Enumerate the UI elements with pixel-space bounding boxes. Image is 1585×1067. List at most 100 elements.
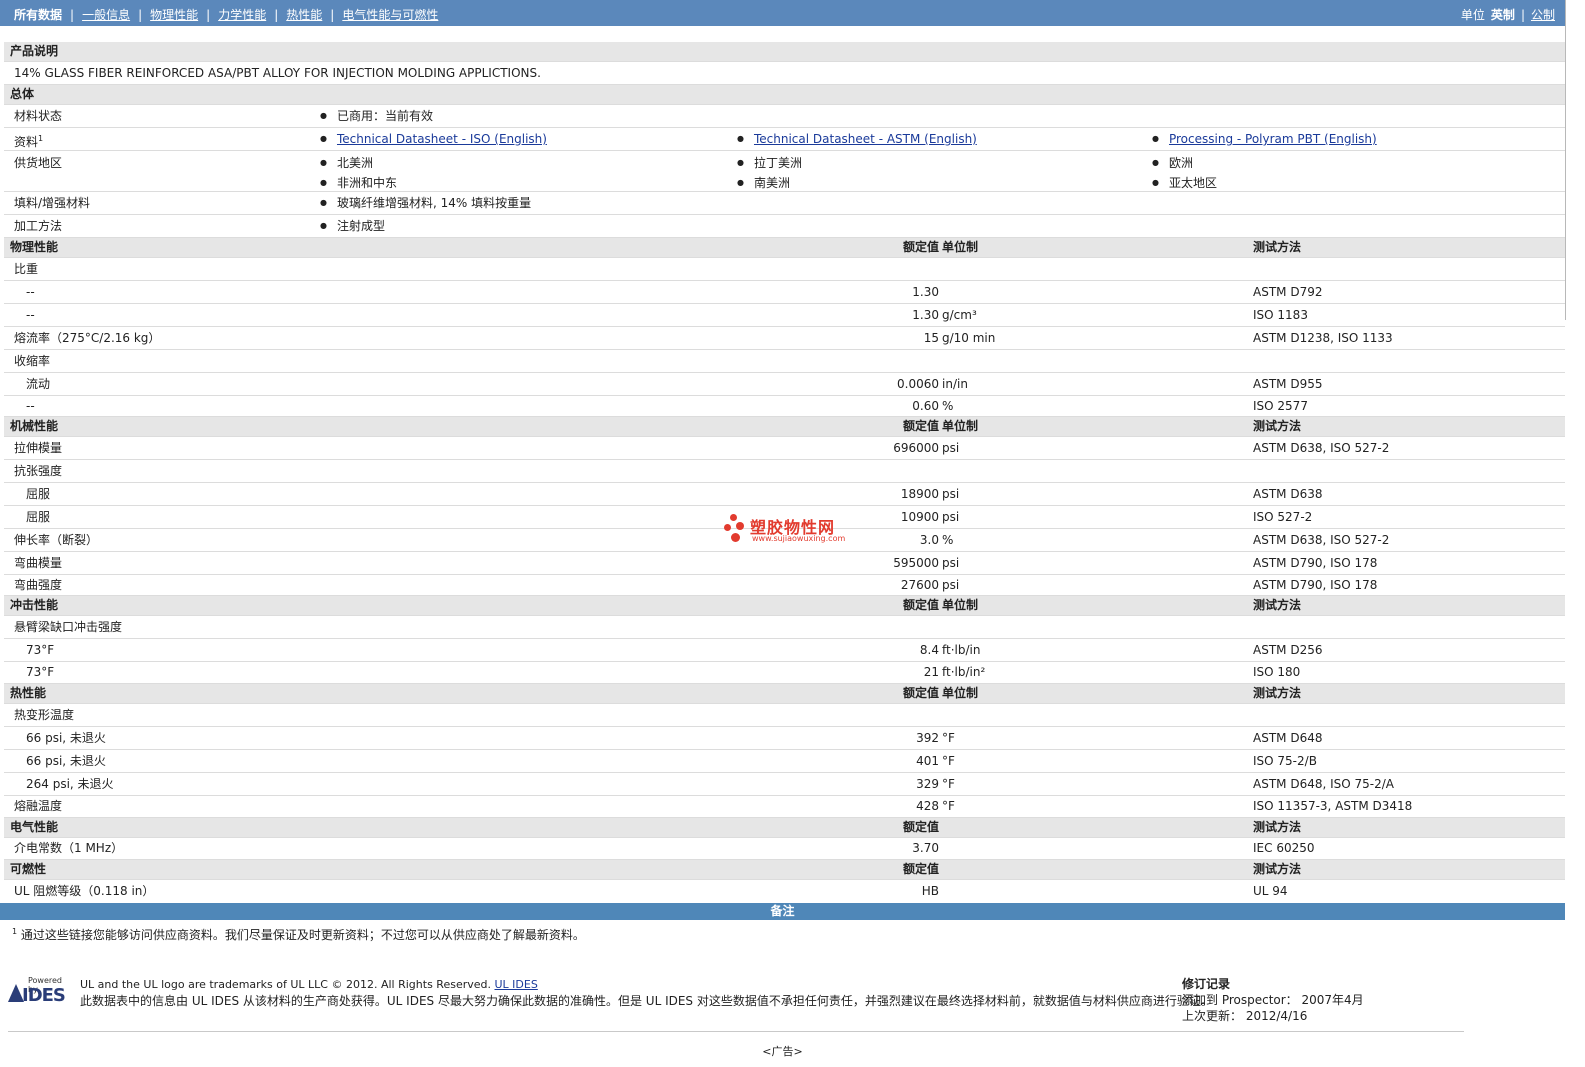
property-value: 392: [916, 731, 939, 745]
footer-divider: [8, 1031, 1464, 1032]
property-value: 1.30: [912, 285, 939, 299]
revision-updated: 上次更新： 2012/4/16: [1182, 1009, 1308, 1023]
test-method: ASTM D256: [1253, 643, 1323, 657]
header-nominal: 额定值: [902, 686, 939, 700]
header-nominal: 额定值: [902, 862, 939, 876]
property-value: 3.70: [912, 841, 939, 855]
test-method: ASTM D790, ISO 178: [1253, 578, 1378, 592]
property-label: 热变形温度: [14, 708, 75, 722]
property-unit: °F: [942, 754, 955, 768]
test-method: ASTM D638, ISO 527-2: [1253, 533, 1390, 547]
data-row: 热变形温度: [4, 704, 1565, 727]
property-label: 介电常数（1 MHz）: [14, 841, 124, 855]
property-value: HB: [921, 884, 939, 898]
footnote: 1 通过这些链接您能够访问供应商资料。我们尽量保证及时更新资料；不过您可以从供应…: [12, 927, 585, 942]
section-title: 产品说明: [10, 44, 59, 58]
header-test: 测试方法: [1253, 419, 1302, 433]
property-unit: in/in: [942, 377, 968, 391]
section-header-impact: 冲击性能 额定值 单位制 测试方法: [4, 596, 1565, 616]
property-unit: ft·lb/in: [942, 643, 981, 657]
test-method: ISO 11357-3, ASTM D3418: [1253, 799, 1413, 813]
doc-link-processing[interactable]: Processing - Polyram PBT (English): [1169, 132, 1377, 146]
property-value: 18900: [900, 487, 939, 501]
property-label: 73°F: [26, 643, 55, 657]
trademark-line: UL and the UL logo are trademarks of UL …: [80, 978, 538, 991]
general-status-row: 材料状态 已商用：当前有效: [4, 105, 1565, 128]
property-label: --: [26, 308, 35, 322]
region-item: 亚太地区: [1152, 174, 1217, 191]
property-unit: psi: [942, 487, 960, 501]
property-unit: %: [942, 533, 954, 547]
property-label: --: [26, 399, 35, 413]
doc-link-iso[interactable]: Technical Datasheet - ISO (English): [337, 132, 547, 146]
property-value: 595000: [893, 556, 939, 570]
property-label: 熔流率（275°C/2.16 kg）: [14, 331, 161, 345]
ad-placeholder: <广告>: [762, 1045, 803, 1058]
property-value: 428: [916, 799, 939, 813]
data-row: -- 1.30 ASTM D792: [4, 281, 1565, 304]
property-label: 伸长率（断裂）: [14, 533, 99, 547]
property-value: 0.0060: [897, 377, 939, 391]
property-value: 27600: [900, 578, 939, 592]
section-title: 总体: [10, 87, 35, 101]
property-unit: psi: [942, 556, 960, 570]
test-method: ASTM D638: [1253, 487, 1323, 501]
status-value: 已商用：当前有效: [320, 105, 433, 127]
test-method: IEC 60250: [1253, 841, 1315, 855]
property-unit: psi: [942, 441, 960, 455]
property-value: 329: [916, 777, 939, 791]
property-label: 收缩率: [14, 354, 51, 368]
doc-link-astm[interactable]: Technical Datasheet - ASTM (English): [754, 132, 977, 146]
property-unit: %: [942, 399, 954, 413]
test-method: ASTM D792: [1253, 285, 1323, 299]
test-method: ASTM D955: [1253, 377, 1323, 391]
test-method: ASTM D790, ISO 178: [1253, 556, 1378, 570]
property-value: 8.4: [919, 643, 939, 657]
data-row: 悬臂梁缺口冲击强度: [4, 616, 1565, 639]
row-label: 材料状态: [14, 109, 63, 123]
test-method: ASTM D638, ISO 527-2: [1253, 441, 1390, 455]
property-value: 21: [923, 665, 939, 679]
property-label: 流动: [26, 377, 51, 391]
section-title: 机械性能: [10, 419, 59, 433]
logo-name: IDES: [22, 985, 66, 1006]
property-label: 比重: [14, 262, 39, 276]
product-desc-row: 14% GLASS FIBER REINFORCED ASA/PBT ALLOY…: [4, 62, 1565, 85]
general-process-row: 加工方法 注射成型: [4, 215, 1565, 238]
data-row: 屈服 18900 psi ASTM D638: [4, 483, 1565, 506]
property-label: 73°F: [26, 665, 55, 679]
header-test: 测试方法: [1253, 862, 1302, 876]
data-row: UL 阻燃等级（0.118 in） HB UL 94: [4, 880, 1565, 902]
region-item: 北美洲: [320, 154, 373, 171]
filler-value: 玻璃纤维增强材料, 14% 填料按重量: [320, 192, 531, 214]
data-row: 介电常数（1 MHz） 3.70 IEC 60250: [4, 838, 1565, 860]
property-label: 264 psi, 未退火: [26, 777, 114, 791]
data-row: 抗张强度: [4, 460, 1565, 483]
header-nominal: 额定值: [902, 598, 939, 612]
watermark-dot: [730, 514, 737, 521]
property-unit: °F: [942, 731, 955, 745]
doc-item: Technical Datasheet - ISO (English): [320, 128, 547, 150]
property-label: 抗张强度: [14, 464, 63, 478]
property-value: 3.0: [919, 533, 939, 547]
data-row: 收缩率: [4, 350, 1565, 373]
region-item: 欧洲: [1152, 154, 1193, 171]
ides-logo: Powered by IDES: [8, 976, 72, 1006]
ul-ides-link[interactable]: UL IDES: [495, 978, 538, 991]
data-row: 66 psi, 未退火 392 °F ASTM D648: [4, 727, 1565, 750]
header-unit: 单位制: [942, 240, 979, 254]
section-title: 物理性能: [10, 240, 59, 254]
property-label: 66 psi, 未退火: [26, 754, 106, 768]
property-value: 1.30: [912, 308, 939, 322]
test-method: ASTM D648: [1253, 731, 1323, 745]
data-row: 弯曲模量 595000 psi ASTM D790, ISO 178: [4, 552, 1565, 575]
header-nominal: 额定值: [902, 240, 939, 254]
section-header-electrical: 电气性能 额定值 测试方法: [4, 818, 1565, 838]
watermark-dot: [736, 522, 744, 530]
header-nominal: 额定值: [902, 419, 939, 433]
watermark-logo: 塑胶物性网 www.sujiaowuxing.com: [722, 512, 852, 546]
test-method: ASTM D648, ISO 75-2/A: [1253, 777, 1394, 791]
header-unit: 单位制: [942, 419, 979, 433]
property-unit: °F: [942, 799, 955, 813]
row-label: 填料/增强材料: [14, 196, 91, 210]
